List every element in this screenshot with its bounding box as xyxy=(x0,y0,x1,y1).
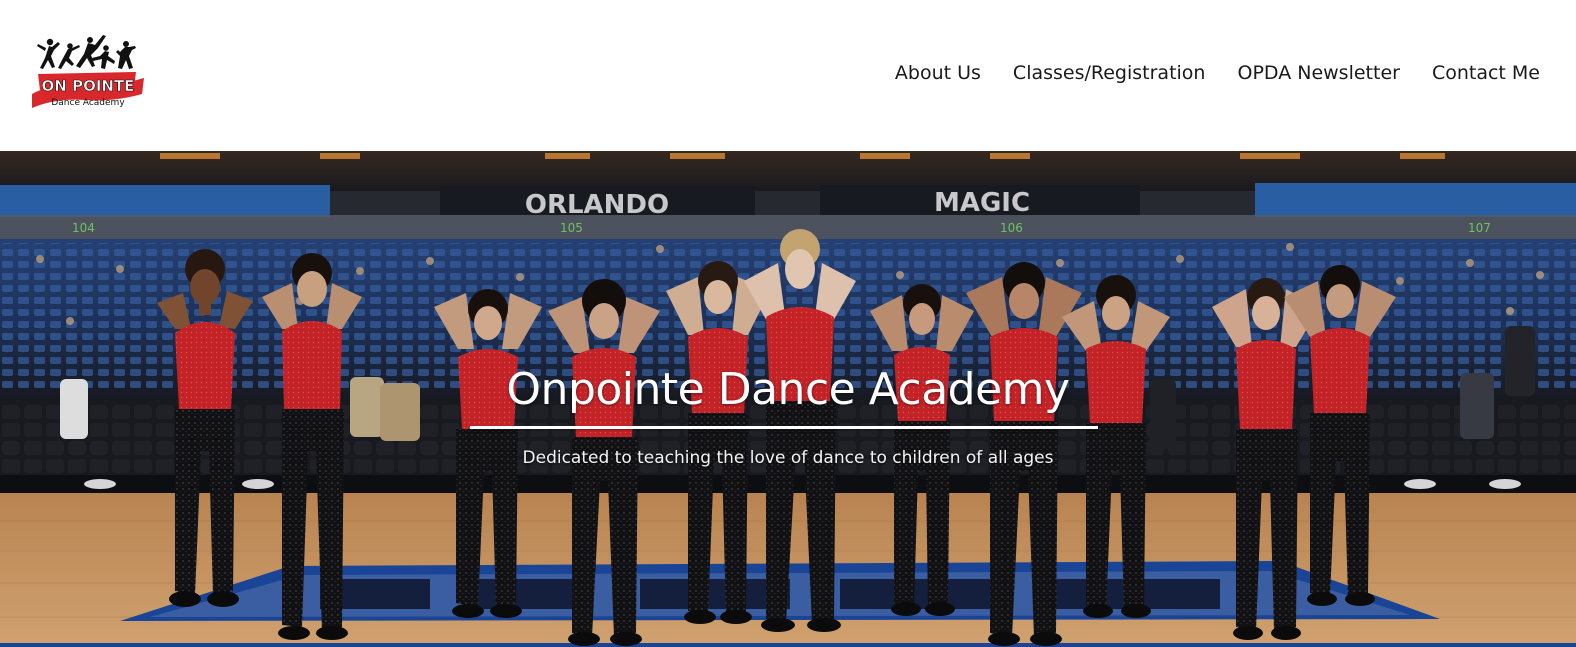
nav-contact-me[interactable]: Contact Me xyxy=(1416,59,1540,87)
main-nav: About Us Classes/Registration OPDA Newsl… xyxy=(879,59,1540,87)
hero-subtitle: Dedicated to teaching the love of dance … xyxy=(522,448,1054,468)
hero-banner: ORLANDO MAGIC 104 105 106 107 Onpointe D… xyxy=(0,151,1576,647)
nav-classes-registration[interactable]: Classes/Registration xyxy=(997,59,1222,87)
logo-tagline: Dance Academy xyxy=(51,98,125,108)
hero-title: Onpointe Dance Academy xyxy=(506,364,1070,415)
hero-title-underline xyxy=(470,426,1098,429)
site-header: ON POINTE Dance Academy About Us Classes… xyxy=(0,0,1576,151)
nav-about-us[interactable]: About Us xyxy=(879,59,997,87)
site-logo[interactable]: ON POINTE Dance Academy xyxy=(28,28,148,116)
nav-opda-newsletter[interactable]: OPDA Newsletter xyxy=(1221,59,1415,87)
logo-title: ON POINTE xyxy=(41,77,135,95)
